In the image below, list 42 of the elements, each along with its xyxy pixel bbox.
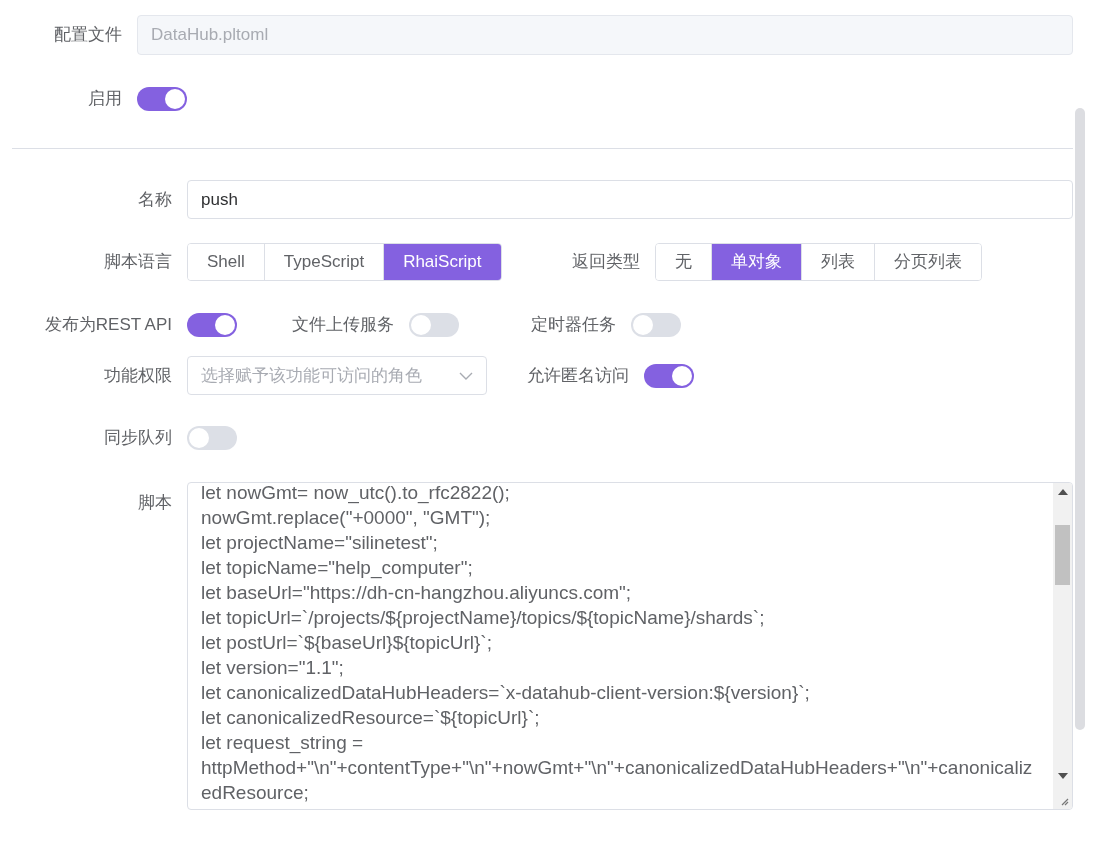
segment-option[interactable]: 单对象 xyxy=(710,244,801,280)
code-editor[interactable] xyxy=(187,482,1073,810)
code-line: let topicName="help_computer"; xyxy=(201,556,474,580)
scroll-up-icon[interactable] xyxy=(1058,489,1068,495)
field-label: 返回类型 xyxy=(571,251,641,274)
code-line: let projectName="silinetest"; xyxy=(201,531,439,555)
field-label: 文件上传服务 xyxy=(292,314,395,337)
code-line: let canonicalizedResource=`${topicUrl}`; xyxy=(201,706,541,730)
scrollbar-thumb[interactable] xyxy=(1075,108,1085,730)
chevron-down-icon xyxy=(459,371,473,380)
field-label: 同步队列 xyxy=(103,427,173,450)
field-label: 脚本语言 xyxy=(103,251,173,274)
code-line: let nowGmt= now_utc().to_rfc2822(); xyxy=(201,483,511,505)
toggle-switch[interactable] xyxy=(631,313,681,337)
scroll-down-icon[interactable] xyxy=(1058,773,1068,779)
input-field[interactable]: push xyxy=(187,180,1073,219)
field-label: 功能权限 xyxy=(103,364,173,387)
field-label: 脚本 xyxy=(137,492,173,514)
scrollbar-thumb[interactable] xyxy=(1055,525,1070,585)
segment-option[interactable]: RhaiScript xyxy=(383,244,501,280)
code-line: httpMethod+"\n"+contentType+"\n"+nowGmt+"\n"+canonicalizedDataHubHeaders+"\n"+canonicalizedResource; xyxy=(201,756,1034,805)
toggle-switch[interactable] xyxy=(187,313,237,337)
field-label: 启用 xyxy=(87,88,123,111)
field-label: 发布为REST API xyxy=(43,314,173,337)
code-line: let canonicalizedDataHubHeaders=`x-datahub-client-version:${version}`; xyxy=(201,681,811,705)
code-line: let topicUrl=`/projects/${projectName}/topics/${topicName}/shards`; xyxy=(201,606,766,630)
code-line: nowGmt.replace("+0000", "GMT"); xyxy=(201,506,492,530)
resize-grip-icon[interactable] xyxy=(1059,796,1069,806)
toggle-switch[interactable] xyxy=(137,87,187,111)
code-line: let postUrl=`${baseUrl}${topicUrl}`; xyxy=(201,631,493,655)
field-label: 名称 xyxy=(137,188,173,211)
code-line: let request_string = xyxy=(201,731,365,755)
code-line: let version="1.1"; xyxy=(201,656,345,680)
toggle-switch[interactable] xyxy=(644,363,694,388)
toggle-switch[interactable] xyxy=(187,426,237,450)
field-label: 配置文件 xyxy=(53,24,123,47)
field-label: 允许匿名访问 xyxy=(527,364,630,387)
code-line: let baseUrl="https://dh-cn-hangzhou.aliyuncs.com"; xyxy=(201,581,633,605)
toggle-switch[interactable] xyxy=(409,313,459,337)
placeholder-text: 选择赋予该功能可访问的角色 xyxy=(201,364,422,387)
field-label: 定时器任务 xyxy=(531,314,617,337)
segment-option[interactable]: 分页列表 xyxy=(873,244,981,280)
